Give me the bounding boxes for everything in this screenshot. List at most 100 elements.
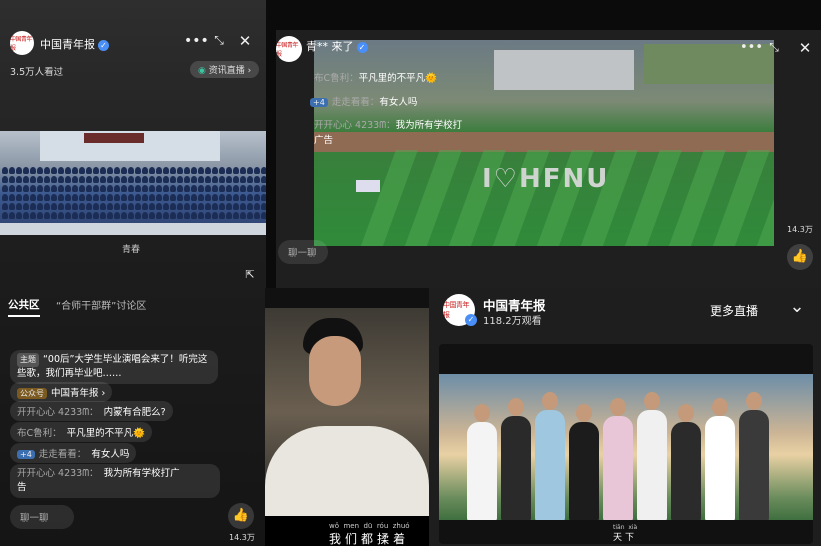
crowd-figure xyxy=(240,194,246,201)
person-figure xyxy=(637,410,667,520)
crowd-figure xyxy=(254,203,260,210)
crowd-figure xyxy=(107,167,113,174)
channel-name[interactable]: 中国青年报 ✓ xyxy=(40,36,109,52)
crowd-figure xyxy=(233,167,239,174)
channel-avatar[interactable]: 中国青年报 xyxy=(10,31,34,55)
channel-avatar[interactable]: 中国青年报 xyxy=(276,36,302,62)
crowd-figure xyxy=(86,176,92,183)
thumbs-up-icon: 👍 xyxy=(232,508,250,523)
crowd-figure xyxy=(58,203,64,210)
crowd-figure xyxy=(100,194,106,201)
close-icon[interactable]: ✕ xyxy=(796,39,814,57)
crowd-figure xyxy=(100,167,106,174)
crowd-figure xyxy=(114,212,120,219)
crowd-figure xyxy=(72,203,78,210)
crowd-figure xyxy=(205,212,211,219)
crowd-figure xyxy=(135,203,141,210)
more-live-button[interactable]: 更多直播 xyxy=(710,302,758,319)
crowd-figure xyxy=(226,194,232,201)
crowd-figure xyxy=(93,167,99,174)
crowd-figure xyxy=(205,194,211,201)
crowd-figure xyxy=(86,185,92,192)
crowd-figure xyxy=(198,176,204,183)
crowd-figure xyxy=(37,167,43,174)
news-live-button[interactable]: ◉ 资讯直播 › xyxy=(190,61,260,78)
crowd-figure xyxy=(135,176,141,183)
crowd-figure xyxy=(261,212,266,219)
crowd-figure xyxy=(128,212,134,219)
person-figure xyxy=(535,410,565,520)
crowd-figure xyxy=(233,176,239,183)
minimize-icon[interactable]: ⤡ xyxy=(210,33,228,48)
crowd-figure xyxy=(247,167,253,174)
more-icon[interactable]: ••• xyxy=(740,40,763,55)
crowd-figure xyxy=(212,185,218,192)
crowd-figure xyxy=(114,203,120,210)
tab-public[interactable]: 公共区 xyxy=(8,297,40,317)
crowd-figure xyxy=(86,212,92,219)
crowd-figure xyxy=(254,194,260,201)
crowd-figure xyxy=(184,203,190,210)
crowd-figure xyxy=(58,194,64,201)
lyric-text: 天下 xyxy=(613,533,638,543)
crowd-figure xyxy=(72,194,78,201)
minimize-icon[interactable]: ⤡ xyxy=(766,40,782,55)
crowd-figure xyxy=(191,167,197,174)
crowd-figure xyxy=(142,185,148,192)
like-count: 14.3万 xyxy=(787,225,813,234)
crowd-figure xyxy=(100,176,106,183)
chevron-down-icon[interactable]: ⌄ xyxy=(785,296,809,317)
verified-icon: ✓ xyxy=(465,314,477,326)
crowd-figure xyxy=(121,203,127,210)
crowd-figure xyxy=(30,167,36,174)
crowd-figure xyxy=(58,167,64,174)
channel-name[interactable]: 青** 来了 ✓ xyxy=(306,38,368,54)
crowd-figure xyxy=(233,212,239,219)
crowd-figure xyxy=(177,203,183,210)
crowd-figure xyxy=(226,185,232,192)
person-head xyxy=(474,404,490,422)
video-graduation[interactable] xyxy=(0,131,266,235)
chat-input[interactable]: 聊一聊 xyxy=(10,505,74,529)
pinned-topic[interactable]: 主题 “00后”大学生毕业演唱会来了！听完这 些歌，我们再毕业吧…… xyxy=(10,350,218,384)
crowd-figure xyxy=(219,167,225,174)
official-account[interactable]: 公众号 中国青年报 › xyxy=(10,382,113,402)
crowd-figure xyxy=(261,203,266,210)
crowd-figure xyxy=(51,194,57,201)
crowd-figure xyxy=(65,203,71,210)
crowd-figure xyxy=(23,185,29,192)
banner xyxy=(84,133,144,143)
chat-input[interactable]: 聊一聊 xyxy=(278,240,328,264)
crowd-figure xyxy=(72,185,78,192)
close-icon[interactable]: ✕ xyxy=(236,32,254,50)
share-icon[interactable]: ⇱ xyxy=(243,268,257,281)
crowd-figure xyxy=(121,176,127,183)
more-icon[interactable]: ••• xyxy=(184,33,209,49)
comment-item: 开开心心 4233ᗰ： 内蒙有合肥么? xyxy=(10,401,173,421)
crowd-figure xyxy=(177,176,183,183)
video-portrait[interactable]: wǒ men dū róu zhuó 我们都揉着 xyxy=(265,288,429,546)
crowd-figure xyxy=(135,185,141,192)
crowd-figure xyxy=(198,167,204,174)
tab-discussion[interactable]: “合师干部群”讨论区 xyxy=(56,297,146,312)
crowd-figure xyxy=(107,176,113,183)
comment-item: 布C鲁利：平凡里的不平凡🌞 xyxy=(314,73,437,84)
crowd-figure xyxy=(170,167,176,174)
crowd-figure xyxy=(93,212,99,219)
crowd-figure xyxy=(142,203,148,210)
crowd-figure xyxy=(156,203,162,210)
crowd-figure xyxy=(254,212,260,219)
crowd-figure xyxy=(121,185,127,192)
video-container[interactable]: tiān xià 天下 xyxy=(439,344,813,544)
person-head xyxy=(508,398,524,416)
crowd-figure xyxy=(170,176,176,183)
person-figure xyxy=(671,422,701,520)
crowd-figure xyxy=(142,194,148,201)
crowd-figure xyxy=(226,167,232,174)
crowd-figure xyxy=(65,212,71,219)
crowd-figure xyxy=(233,194,239,201)
crowd-figure xyxy=(212,194,218,201)
crowd-figure xyxy=(16,212,22,219)
like-button[interactable]: 👍 xyxy=(228,503,254,529)
like-button[interactable]: 👍 xyxy=(787,244,813,270)
